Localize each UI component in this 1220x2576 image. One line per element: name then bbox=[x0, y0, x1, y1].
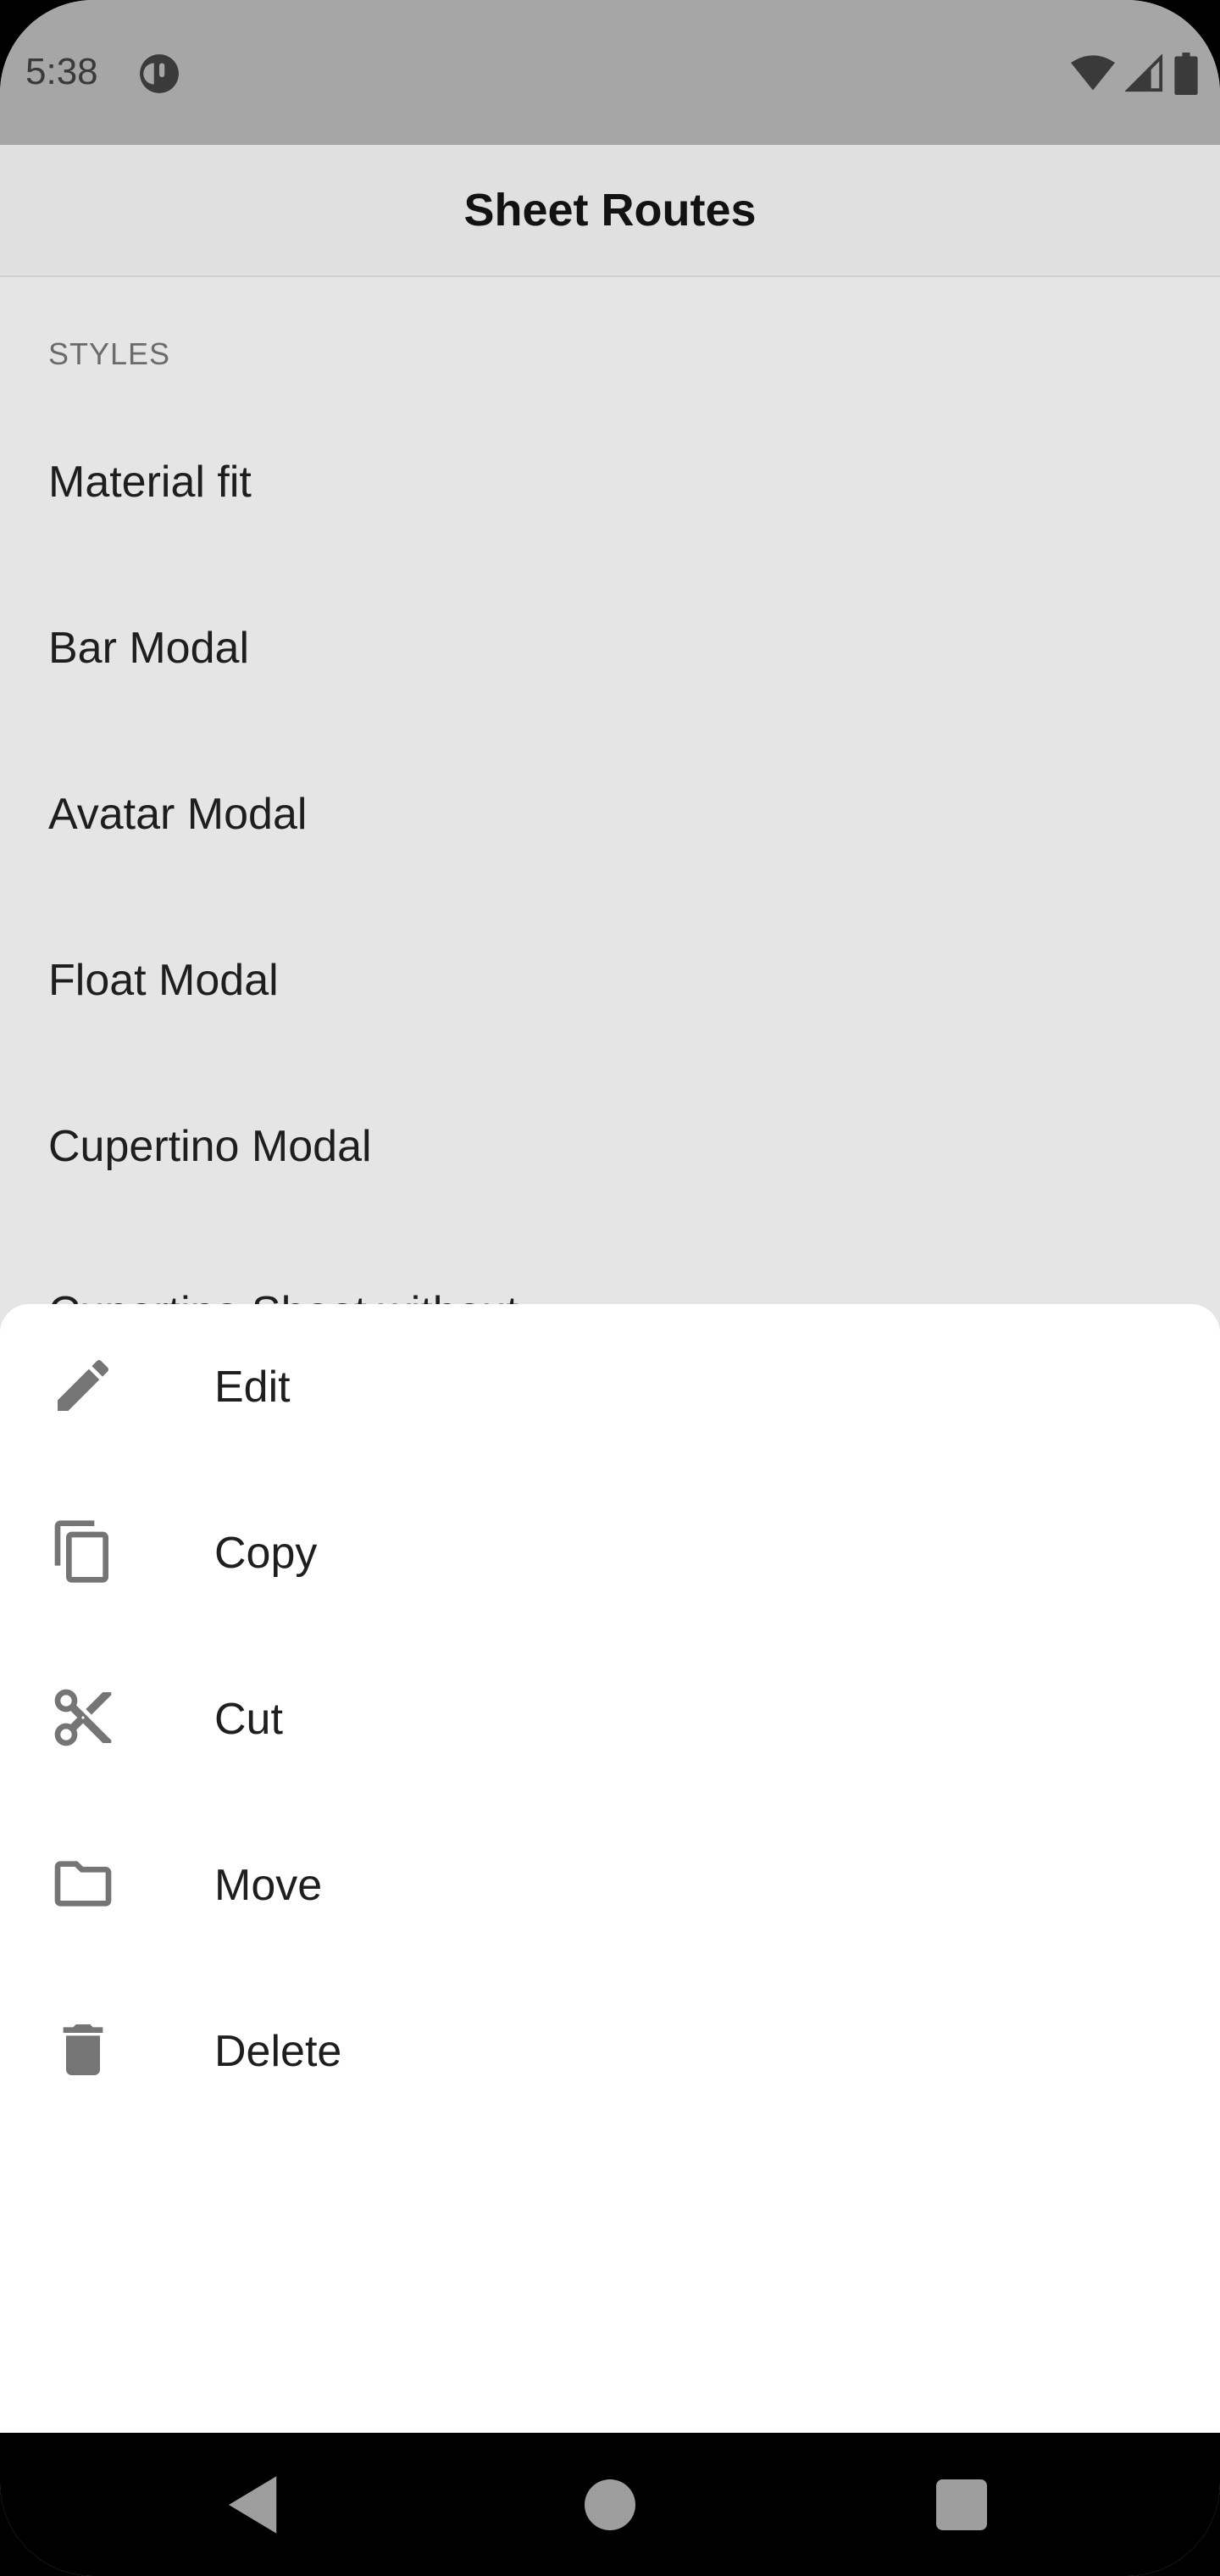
status-bar: 5:38 bbox=[0, 0, 1220, 145]
back-icon[interactable] bbox=[216, 2467, 292, 2543]
list-item[interactable]: Avatar Modal bbox=[48, 789, 307, 840]
sheet-item-move[interactable]: Move bbox=[0, 1802, 1220, 1968]
sheet-item-label: Edit bbox=[214, 1363, 291, 1412]
list-item[interactable]: Material fit bbox=[48, 457, 252, 508]
list-item[interactable]: Float Modal bbox=[48, 955, 279, 1006]
recents-icon[interactable] bbox=[923, 2467, 1000, 2543]
list-item[interactable]: Cupertino Modal bbox=[48, 1121, 372, 1172]
phone-screen: 5:38 Sheet Routes STYLES Material fit Ba… bbox=[0, 0, 1220, 2576]
status-icons bbox=[1071, 53, 1198, 95]
sheet-item-copy[interactable]: Copy bbox=[0, 1470, 1220, 1636]
status-time: 5:38 bbox=[25, 51, 98, 92]
system-nav-bar bbox=[0, 2433, 1220, 2576]
sheet-item-label: Move bbox=[214, 1861, 323, 1910]
wifi-icon bbox=[1071, 55, 1115, 91]
sheet-item-label: Copy bbox=[214, 1529, 318, 1578]
trash-icon bbox=[63, 2024, 103, 2075]
sheet-item-edit[interactable]: Edit bbox=[0, 1304, 1220, 1470]
sheet-item-cut[interactable]: Cut bbox=[0, 1636, 1220, 1802]
list-item[interactable]: Bar Modal bbox=[48, 623, 249, 674]
folder-icon bbox=[54, 1861, 112, 1907]
sheet-item-label: Delete bbox=[214, 2027, 342, 2076]
scissors-icon bbox=[54, 1689, 112, 1746]
sheet-item-delete[interactable]: Delete bbox=[0, 1968, 1220, 2135]
app-bar: Sheet Routes bbox=[0, 145, 1220, 277]
home-icon[interactable] bbox=[572, 2467, 648, 2543]
bottom-sheet: Edit Copy Cut Move Delete bbox=[0, 1304, 1220, 2433]
battery-icon bbox=[1174, 53, 1198, 95]
copy-icon bbox=[54, 1520, 108, 1583]
pencil-icon bbox=[58, 1359, 109, 1411]
section-header-styles: STYLES bbox=[48, 336, 171, 371]
sheet-item-label: Cut bbox=[214, 1695, 283, 1744]
cellular-signal-icon bbox=[1125, 54, 1163, 92]
page-title: Sheet Routes bbox=[463, 185, 757, 236]
app-notification-icon bbox=[140, 54, 179, 93]
